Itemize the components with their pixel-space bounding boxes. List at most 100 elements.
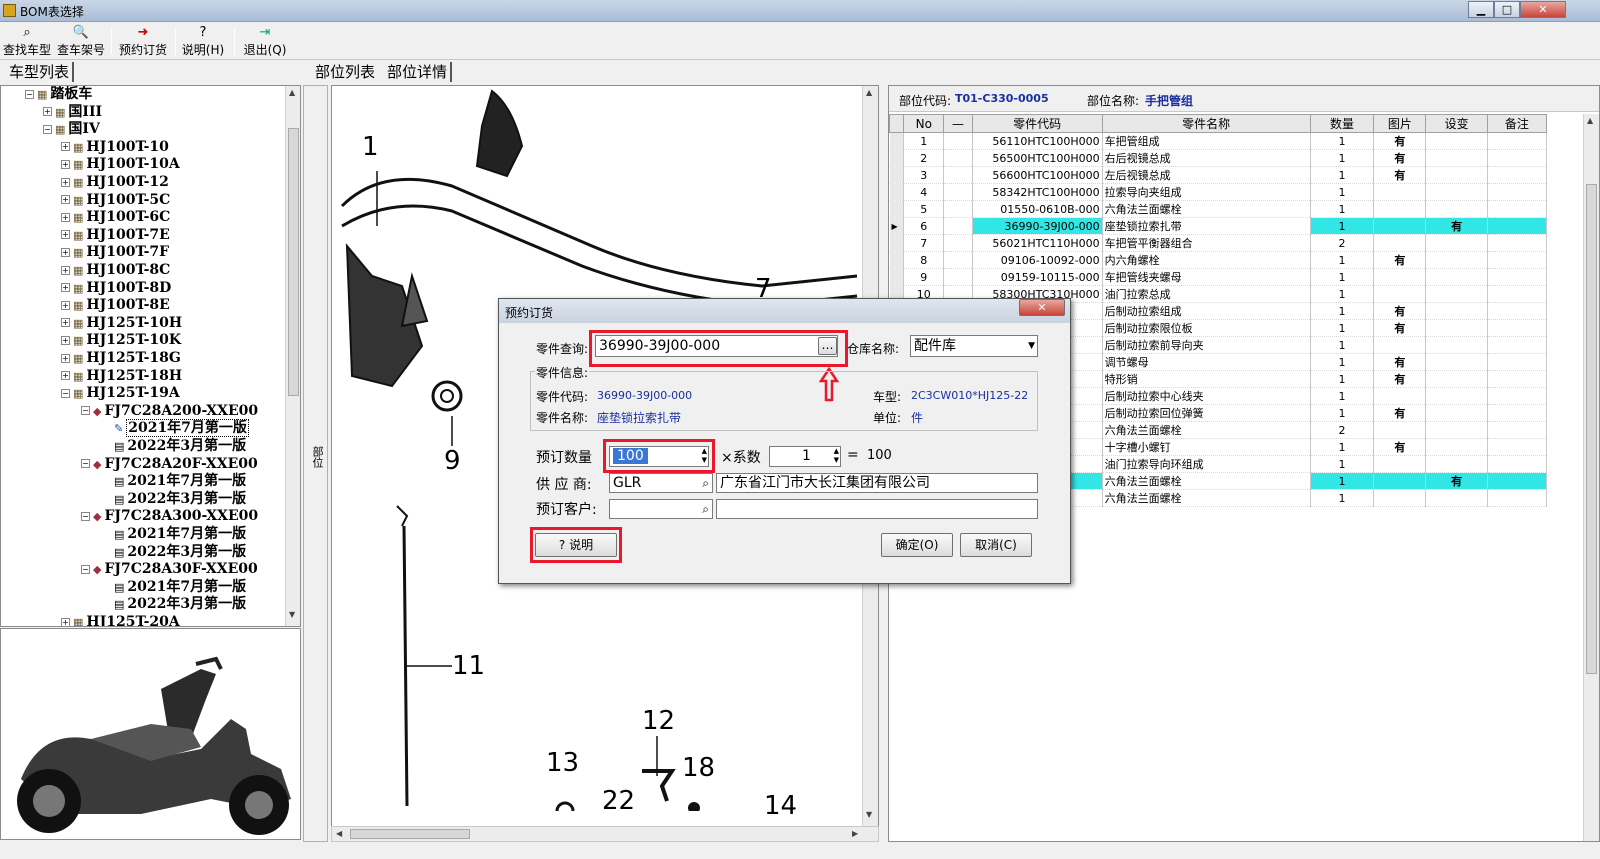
tree-node[interactable]: − ▦ 踏板车 bbox=[25, 86, 92, 103]
expand-icon[interactable]: + bbox=[61, 371, 70, 381]
expand-icon[interactable]: + bbox=[61, 265, 70, 275]
close-window-button[interactable]: ✕ bbox=[1520, 1, 1566, 18]
tree-node[interactable]: ▤ 2022年3月第一版 bbox=[101, 438, 246, 455]
scroll-down-icon[interactable]: ▼ bbox=[289, 610, 295, 619]
tree-node[interactable]: + ▦ HJ125T-10K bbox=[61, 332, 181, 349]
scroll-up-icon[interactable]: ▲ bbox=[289, 88, 295, 97]
collapse-icon[interactable]: − bbox=[25, 89, 34, 99]
collapse-icon[interactable]: − bbox=[43, 124, 52, 134]
tree-scroll-thumb[interactable] bbox=[288, 128, 299, 396]
reserve-order-button[interactable]: ➜ 预约订货 bbox=[117, 25, 169, 58]
tree-node[interactable]: − ◆ FJ7C28A30F-XXE00 bbox=[81, 561, 258, 578]
expand-icon[interactable]: + bbox=[61, 318, 70, 328]
collapse-icon[interactable]: − bbox=[81, 564, 90, 574]
tree-node[interactable]: ✎ 2021年7月第一版 bbox=[101, 419, 249, 438]
table-row[interactable]: 8 09106-10092-000 内六角螺栓 1 有 bbox=[889, 251, 1548, 269]
tree-node[interactable]: − ◆ FJ7C28A300-XXE00 bbox=[81, 508, 258, 525]
tree-node[interactable]: + ▦ HJ100T-10A bbox=[61, 156, 180, 173]
expand-icon[interactable]: + bbox=[61, 247, 70, 257]
search-icon[interactable]: ⌕ bbox=[702, 474, 709, 492]
expand-icon[interactable]: + bbox=[61, 212, 70, 222]
scroll-right-icon[interactable]: ▶ bbox=[852, 829, 858, 838]
maximize-button[interactable]: □ bbox=[1494, 1, 1520, 18]
expand-icon[interactable]: + bbox=[61, 335, 70, 345]
ok-button[interactable]: 确定(O) bbox=[881, 533, 953, 557]
expand-icon[interactable]: + bbox=[61, 353, 70, 363]
tree-node[interactable]: + ▦ HJ125T-10H bbox=[61, 315, 182, 332]
tree-node[interactable]: − ▦ 国IV bbox=[43, 121, 100, 138]
warehouse-select[interactable]: 配件库 ▼ bbox=[910, 335, 1038, 357]
help-toolbar-button[interactable]: ? 说明(H) bbox=[180, 25, 226, 58]
exit-button[interactable]: ⇥ 退出(Q) bbox=[242, 25, 288, 58]
tree-node[interactable]: ▤ 2021年7月第一版 bbox=[101, 579, 246, 596]
tree-node[interactable]: + ▦ HJ100T-7E bbox=[61, 227, 170, 244]
tree-node[interactable]: + ▦ HJ125T-18G bbox=[61, 350, 181, 367]
tree-scrollbar[interactable]: ▲ ▼ bbox=[285, 86, 300, 626]
table-row[interactable]: 4 58342HTC100H000 拉索导向夹组成 1 bbox=[889, 183, 1548, 201]
tree-node[interactable]: + ▦ HJ125T-18H bbox=[61, 368, 182, 385]
tree-node[interactable]: + ▦ HJ100T-12 bbox=[61, 174, 169, 191]
tree-node[interactable]: − ◆ FJ7C28A20F-XXE00 bbox=[81, 456, 258, 473]
tree-node[interactable]: ▤ 2022年3月第一版 bbox=[101, 596, 246, 613]
supplier-code-input[interactable]: GLR ⌕ bbox=[609, 473, 713, 493]
find-frame-button[interactable]: 🔍 查车架号 bbox=[56, 25, 106, 58]
table-row[interactable]: ▶ 6 36990-39J00-000 座垫锁拉索扎带 1 有 bbox=[889, 217, 1548, 235]
tree-node[interactable]: − ◆ FJ7C28A200-XXE00 bbox=[81, 403, 258, 420]
factor-stepper[interactable]: 1 ▲ ▼ bbox=[769, 446, 841, 467]
find-model-button[interactable]: ⌕ 查找车型 bbox=[2, 25, 52, 58]
collapse-icon[interactable]: − bbox=[81, 511, 90, 521]
dialog-close-button[interactable]: ✕ bbox=[1019, 299, 1065, 316]
expand-icon[interactable]: + bbox=[61, 230, 70, 240]
col-picture[interactable]: 图片 bbox=[1373, 114, 1427, 133]
minimize-button[interactable]: ▁ bbox=[1468, 1, 1494, 18]
col-remark[interactable]: 备注 bbox=[1486, 114, 1548, 133]
grid-scrollbar[interactable]: ▲ bbox=[1583, 114, 1599, 841]
tab-model-list[interactable]: 车型列表 bbox=[6, 62, 75, 82]
tree-node[interactable]: + ▦ HJ100T-6C bbox=[61, 209, 170, 226]
expand-icon[interactable]: + bbox=[61, 177, 70, 187]
table-row[interactable]: 2 56500HTC100H000 右后视镜总成 1 有 bbox=[889, 149, 1548, 167]
expand-icon[interactable]: + bbox=[61, 142, 70, 152]
collapse-icon[interactable]: − bbox=[61, 388, 70, 398]
expand-icon[interactable]: + bbox=[61, 159, 70, 169]
tree-node[interactable]: + ▦ HJ100T-8D bbox=[61, 280, 171, 297]
tree-node[interactable]: + ▦ HJ125T-20A bbox=[61, 614, 180, 626]
tree-node[interactable]: + ▦ HJ100T-10 bbox=[61, 139, 169, 156]
collapse-icon[interactable]: − bbox=[81, 459, 90, 469]
col-check[interactable]: — bbox=[943, 114, 973, 133]
table-row[interactable]: 9 09159-10115-000 车把管线夹螺母 1 bbox=[889, 268, 1548, 286]
tab-part-list[interactable]: 部位列表 bbox=[312, 62, 378, 82]
table-row[interactable]: 3 56600HTC100H000 左后视镜总成 1 有 bbox=[889, 166, 1548, 184]
tree-node[interactable]: + ▦ HJ100T-8C bbox=[61, 262, 170, 279]
grid-scroll-thumb[interactable] bbox=[1586, 184, 1597, 674]
chevron-down-icon[interactable]: ▼ bbox=[1028, 336, 1035, 356]
expand-icon[interactable]: + bbox=[61, 195, 70, 205]
customer-code-input[interactable]: ⌕ bbox=[609, 499, 713, 519]
hscroll-thumb[interactable] bbox=[350, 829, 470, 839]
table-row[interactable]: 5 01550-0610B-000 六角法兰面螺栓 1 bbox=[889, 200, 1548, 218]
collapse-icon[interactable]: − bbox=[81, 406, 90, 416]
drawing-hscroll[interactable]: ◀ ▶ bbox=[331, 826, 879, 842]
expand-icon[interactable]: + bbox=[43, 107, 52, 117]
table-row[interactable]: 7 56021HTC110H000 车把管平衡器组合 2 bbox=[889, 234, 1548, 252]
tree-node[interactable]: − ▦ HJ125T-19A bbox=[61, 385, 180, 402]
scroll-down-icon[interactable]: ▼ bbox=[866, 810, 872, 819]
expand-icon[interactable]: + bbox=[61, 283, 70, 293]
col-part-code[interactable]: 零件代码 bbox=[971, 114, 1103, 133]
scroll-up-icon[interactable]: ▲ bbox=[866, 88, 872, 97]
col-qty[interactable]: 数量 bbox=[1309, 114, 1375, 133]
scroll-up-icon[interactable]: ▲ bbox=[1587, 116, 1593, 125]
tree-node[interactable]: + ▦ HJ100T-5C bbox=[61, 192, 170, 209]
expand-icon[interactable]: + bbox=[61, 300, 70, 310]
tree-node[interactable]: ▤ 2022年3月第一版 bbox=[101, 491, 246, 508]
table-row[interactable]: 1 56110HTC100H000 车把管组成 1 有 bbox=[889, 132, 1548, 150]
tree-node[interactable]: + ▦ HJ100T-7F bbox=[61, 244, 169, 261]
tree-node[interactable]: + ▦ HJ100T-8E bbox=[61, 297, 170, 314]
customer-name-field[interactable] bbox=[716, 499, 1038, 519]
tree-node[interactable]: ▤ 2021年7月第一版 bbox=[101, 473, 246, 490]
scroll-left-icon[interactable]: ◀ bbox=[336, 829, 342, 838]
model-tree[interactable]: − ▦ 踏板车 + ▦ 国III − ▦ 国IV + ▦ HJ100T-10 + ▦ HJ100T-10A +… bbox=[0, 85, 301, 627]
col-change[interactable]: 设变 bbox=[1425, 114, 1488, 133]
cancel-button[interactable]: 取消(C) bbox=[960, 533, 1032, 557]
tree-node[interactable]: ▤ 2022年3月第一版 bbox=[101, 544, 246, 561]
